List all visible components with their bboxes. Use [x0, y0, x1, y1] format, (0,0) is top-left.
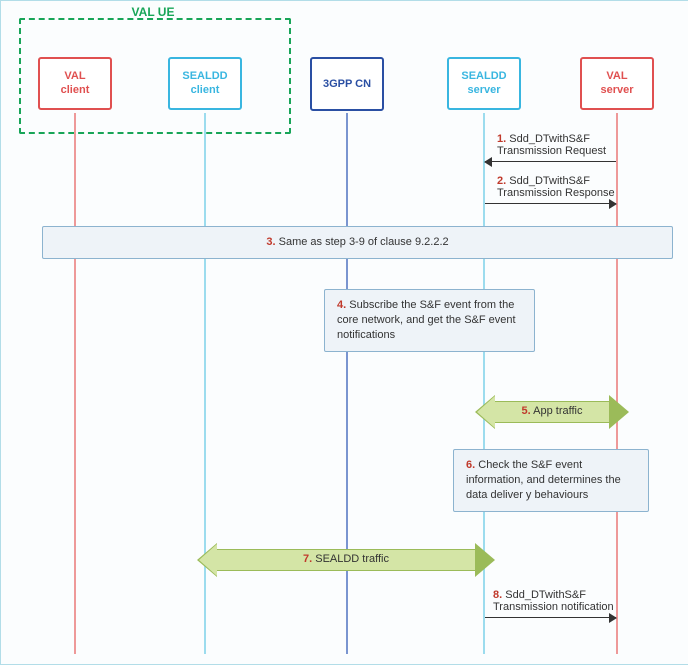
- note-step3: 3. Same as step 3-9 of clause 9.2.2.2: [42, 226, 673, 259]
- arrow-msg1: [485, 161, 616, 162]
- label-msg8: 8. Sdd_DTwithS&FTransmission notificatio…: [493, 589, 614, 613]
- participant-val-client: VAL client: [38, 57, 112, 110]
- fat-arrow-5: 5. App traffic: [494, 401, 610, 423]
- val-ue-label: VAL UE: [113, 5, 193, 19]
- label-msg2: 2. Sdd_DTwithS&FTransmission Response: [497, 175, 615, 199]
- fat-arrow-7: 7. SEALDD traffic: [216, 549, 476, 571]
- lifeline-3gpp-cn: [346, 113, 348, 654]
- participant-val-server: VAL server: [580, 57, 654, 110]
- participant-sealdd-server: SEALDD server: [447, 57, 521, 110]
- note-step6: 6. Check the S&F event information, and …: [453, 449, 649, 512]
- participant-3gpp-cn: 3GPP CN: [310, 57, 384, 111]
- lifeline-val-server: [616, 113, 618, 654]
- arrow-msg8: [485, 617, 616, 618]
- lifeline-val-client: [74, 113, 76, 654]
- note-step4: 4. Subscribe the S&F event from the core…: [324, 289, 535, 352]
- sequence-diagram: VAL UE VAL client SEALDD client 3GPP CN …: [0, 0, 688, 665]
- label-msg1: 1. Sdd_DTwithS&FTransmission Request: [497, 133, 606, 157]
- arrow-msg2: [485, 203, 616, 204]
- participant-sealdd-client: SEALDD client: [168, 57, 242, 110]
